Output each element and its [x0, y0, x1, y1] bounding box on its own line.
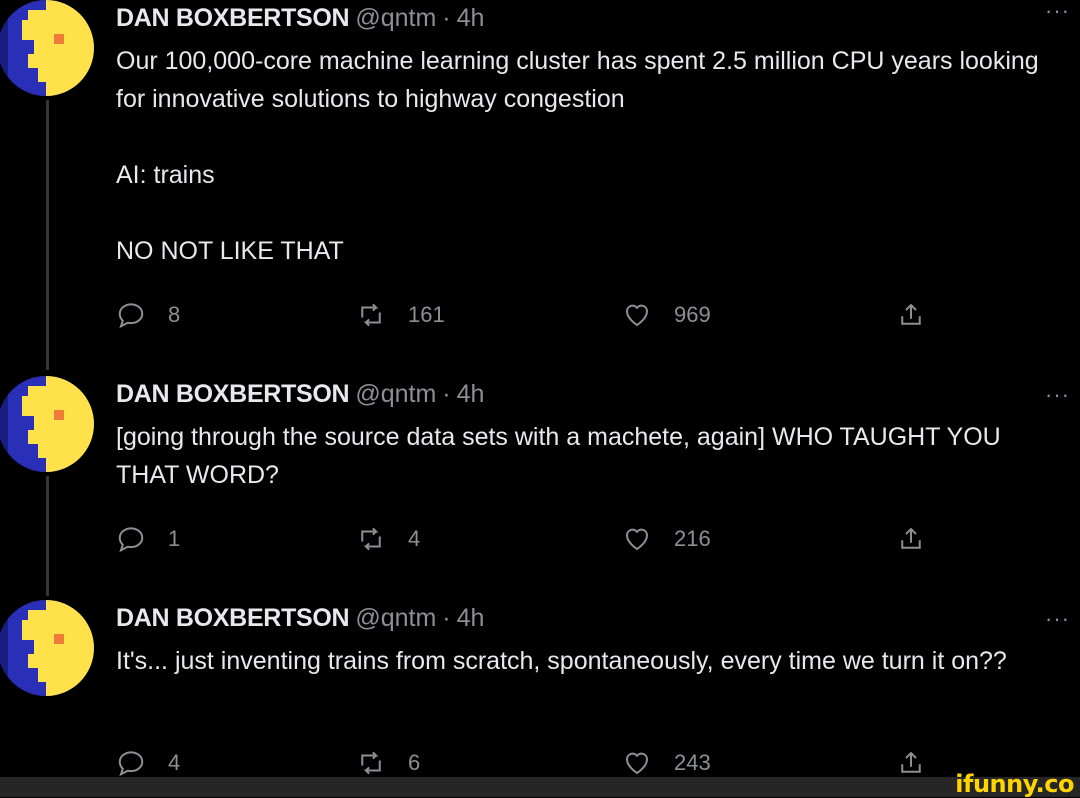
- watermark-bar: [0, 777, 1080, 797]
- retweet-count: 6: [408, 750, 421, 775]
- retweet-icon: [361, 751, 381, 775]
- watermark-logo: ifunny.co: [955, 770, 1074, 798]
- timestamp[interactable]: 4h: [457, 604, 485, 632]
- avatar[interactable]: [0, 0, 94, 96]
- share-button[interactable]: [896, 524, 948, 554]
- avatar[interactable]: [0, 376, 94, 472]
- like-count: 243: [674, 750, 711, 775]
- display-name[interactable]: DAN BOXBERTSON: [116, 604, 350, 632]
- more-options-icon[interactable]: ···: [1045, 382, 1070, 408]
- separator: ·: [442, 4, 451, 32]
- separator: ·: [442, 380, 451, 408]
- tweet-text: Our 100,000-core machine learning cluste…: [116, 47, 1039, 265]
- like-count: 216: [674, 526, 711, 551]
- timestamp[interactable]: 4h: [457, 4, 485, 32]
- share-button[interactable]: [896, 748, 948, 778]
- reply-icon: [118, 751, 144, 777]
- like-button[interactable]: 969: [622, 300, 711, 330]
- retweet-icon: [361, 303, 381, 327]
- retweet-icon: [361, 527, 381, 551]
- more-options-icon[interactable]: ···: [1045, 606, 1070, 632]
- share-icon: [901, 303, 921, 325]
- tweet-header: DAN BOXBERTSON @qntm · 4h: [116, 4, 484, 33]
- tweet-actions: 1 4 216: [116, 524, 936, 558]
- like-count: 969: [674, 302, 711, 327]
- user-handle[interactable]: @qntm: [355, 604, 436, 632]
- separator: ·: [442, 604, 451, 632]
- more-options-icon[interactable]: ···: [1045, 0, 1070, 24]
- reply-count: 4: [168, 750, 181, 775]
- reply-button[interactable]: 8: [116, 300, 180, 330]
- share-icon: [901, 751, 921, 773]
- display-name[interactable]: DAN BOXBERTSON: [116, 4, 350, 32]
- user-handle[interactable]: @qntm: [355, 4, 436, 32]
- tweet-text: It's... just inventing trains from scrat…: [116, 647, 1007, 675]
- timestamp[interactable]: 4h: [457, 380, 485, 408]
- tweet-text: [going through the source data sets with…: [116, 423, 1001, 489]
- heart-icon: [625, 752, 649, 775]
- share-icon: [901, 527, 921, 549]
- tweet-actions: 8 161 969: [116, 300, 936, 334]
- retweet-button[interactable]: 161: [356, 300, 445, 330]
- heart-icon: [625, 528, 649, 551]
- tweet[interactable]: DAN BOXBERTSON @qntm · 4h ··· It's... just …: [0, 600, 1080, 777]
- retweet-count: 4: [408, 526, 421, 551]
- tweet[interactable]: DAN BOXBERTSON @qntm · 4h ··· [going throug…: [0, 376, 1080, 596]
- avatar[interactable]: [0, 600, 94, 696]
- retweet-button[interactable]: 4: [356, 524, 420, 554]
- reply-button[interactable]: 4: [116, 748, 180, 778]
- reply-icon: [118, 527, 144, 553]
- tweet[interactable]: DAN BOXBERTSON @qntm · 4h ··· Our 100,000-c…: [0, 0, 1080, 370]
- like-button[interactable]: 216: [622, 524, 711, 554]
- reply-count: 8: [168, 302, 181, 327]
- retweet-count: 161: [408, 302, 445, 327]
- heart-icon: [625, 304, 649, 327]
- retweet-button[interactable]: 6: [356, 748, 420, 778]
- tweet-header: DAN BOXBERTSON @qntm · 4h: [116, 604, 484, 633]
- like-button[interactable]: 243: [622, 748, 711, 778]
- tweet-header: DAN BOXBERTSON @qntm · 4h: [116, 380, 484, 409]
- user-handle[interactable]: @qntm: [355, 380, 436, 408]
- display-name[interactable]: DAN BOXBERTSON: [116, 380, 350, 408]
- reply-count: 1: [168, 526, 181, 551]
- share-button[interactable]: [896, 300, 948, 330]
- reply-button[interactable]: 1: [116, 524, 180, 554]
- reply-icon: [118, 303, 144, 329]
